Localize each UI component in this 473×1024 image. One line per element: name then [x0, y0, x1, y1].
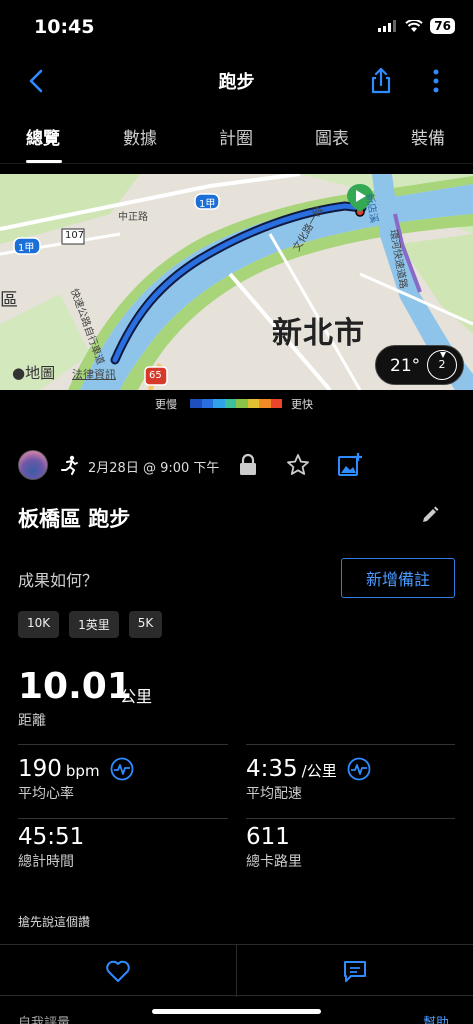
- map-city-label: 新北市: [272, 316, 365, 351]
- calories-label: 總卡路里: [246, 854, 302, 870]
- road-label: 中正路: [118, 212, 148, 223]
- avg-pace-label: 平均配速: [246, 786, 302, 802]
- divider: [236, 945, 237, 997]
- tab-charts[interactable]: 圖表: [315, 124, 349, 149]
- avg-pace-stat[interactable]: 4:35 /公里 平均配速: [246, 752, 371, 803]
- share-button[interactable]: [366, 66, 396, 96]
- more-options-button[interactable]: [425, 66, 447, 96]
- favorite-star-icon[interactable]: [286, 453, 310, 477]
- battery-icon: 76: [430, 18, 455, 34]
- status-time: 10:45: [34, 16, 95, 38]
- wifi-icon: [405, 19, 423, 32]
- map-watermark: ●地圖: [12, 362, 55, 383]
- avg-hr-value: 190: [18, 756, 62, 782]
- nav-bar: 跑步: [0, 60, 473, 104]
- divider: [246, 744, 455, 745]
- divider: [246, 818, 455, 819]
- pill-1-mile[interactable]: 1英里: [69, 611, 119, 638]
- pace-slow-label: 更慢: [155, 398, 177, 411]
- pace-color-swatch: [190, 399, 202, 408]
- pill-10k[interactable]: 10K: [18, 611, 60, 638]
- map-watermark-text: 地圖: [25, 364, 56, 382]
- pace-color-scale: [190, 399, 282, 408]
- apple-logo-icon: ●: [12, 364, 26, 382]
- legal-link[interactable]: 法律資訊: [72, 366, 116, 382]
- total-time-value: 45:51: [18, 824, 85, 850]
- pace-zone-icon[interactable]: [347, 757, 371, 781]
- activity-meta-row: 2月28日 @ 9:00 下午: [0, 448, 473, 484]
- road-shield-label: 65: [149, 370, 162, 381]
- calories-stat: 611 總卡路里: [246, 824, 302, 871]
- tab-bar: 總覽 數據 計圈 圖表 裝備: [0, 110, 473, 164]
- avg-pace-value: 4:35: [246, 756, 298, 782]
- distance-label: 距離: [18, 713, 46, 729]
- social-action-bar: [0, 944, 473, 997]
- pace-color-swatch: [201, 399, 213, 408]
- cellular-signal-icon: [378, 20, 397, 32]
- pace-color-swatch: [259, 399, 271, 408]
- total-time-stat: 45:51 總計時間: [18, 824, 84, 871]
- weather-badge: 21° 2: [375, 345, 464, 385]
- pace-fast-label: 更快: [291, 398, 313, 411]
- status-bar: 10:45 76: [0, 0, 473, 60]
- map-district-label: 區: [0, 290, 18, 311]
- pill-5k[interactable]: 5K: [128, 611, 163, 638]
- wind-direction-icon: 2: [427, 350, 457, 380]
- road-shield-label: 1甲: [18, 243, 35, 254]
- pace-color-swatch: [236, 399, 248, 408]
- road-shield-label: 1甲: [199, 199, 216, 210]
- avg-heart-rate-stat[interactable]: 190 bpm 平均心率: [18, 752, 134, 803]
- avg-hr-unit: bpm: [65, 762, 100, 780]
- active-tab-indicator: [26, 160, 62, 163]
- home-indicator: [152, 1009, 321, 1014]
- page-title: 跑步: [218, 72, 255, 93]
- help-link[interactable]: 幫助: [423, 1012, 449, 1024]
- tab-laps[interactable]: 計圈: [219, 124, 253, 149]
- add-note-button[interactable]: 新增備註: [341, 558, 455, 598]
- running-icon: [61, 455, 78, 475]
- divider: [18, 818, 228, 819]
- achievement-pills: 10K 1英里 5K: [18, 611, 163, 638]
- self-evaluation-header: 自我評量: [18, 1016, 71, 1024]
- pace-legend: 更慢 更快: [0, 396, 473, 412]
- avg-hr-label: 平均心率: [18, 786, 74, 802]
- pace-color-swatch: [247, 399, 259, 408]
- calories-value: 611: [246, 824, 290, 850]
- divider: [18, 744, 228, 745]
- total-time-label: 總計時間: [18, 854, 74, 870]
- heart-rate-zone-icon[interactable]: [110, 757, 134, 781]
- lock-icon[interactable]: [238, 453, 258, 477]
- pace-color-swatch: [213, 399, 225, 408]
- pace-color-swatch: [224, 399, 236, 408]
- road-shield-label: 107: [65, 230, 85, 241]
- tab-stats[interactable]: 數據: [123, 124, 157, 149]
- distance-unit: 公里: [120, 687, 153, 706]
- like-heart-button[interactable]: [105, 959, 131, 983]
- avatar[interactable]: [18, 450, 48, 480]
- add-photo-icon[interactable]: [337, 452, 363, 478]
- route-map[interactable]: 1甲 1甲 107 65 中正路 文化路一段 環河快速道路 新店溪 快速公路自行…: [0, 174, 473, 390]
- activity-date: 2月28日 @ 9:00 下午: [88, 461, 220, 476]
- comment-button[interactable]: [342, 959, 368, 983]
- tab-overview[interactable]: 總覽: [26, 124, 60, 149]
- edit-pencil-icon[interactable]: [420, 505, 440, 525]
- tab-gear[interactable]: 裝備: [411, 124, 445, 149]
- first-like-hint: 搶先說這個讚: [18, 915, 91, 929]
- status-indicators: 76: [378, 18, 455, 34]
- activity-title: 板橋區 跑步: [18, 507, 131, 531]
- pace-color-swatch: [270, 399, 282, 408]
- avg-pace-unit: /公里: [301, 762, 337, 780]
- distance-value: 10.01: [18, 666, 132, 707]
- weather-temp: 21°: [390, 356, 421, 376]
- how-did-it-go-prompt: 成果如何？: [18, 571, 99, 590]
